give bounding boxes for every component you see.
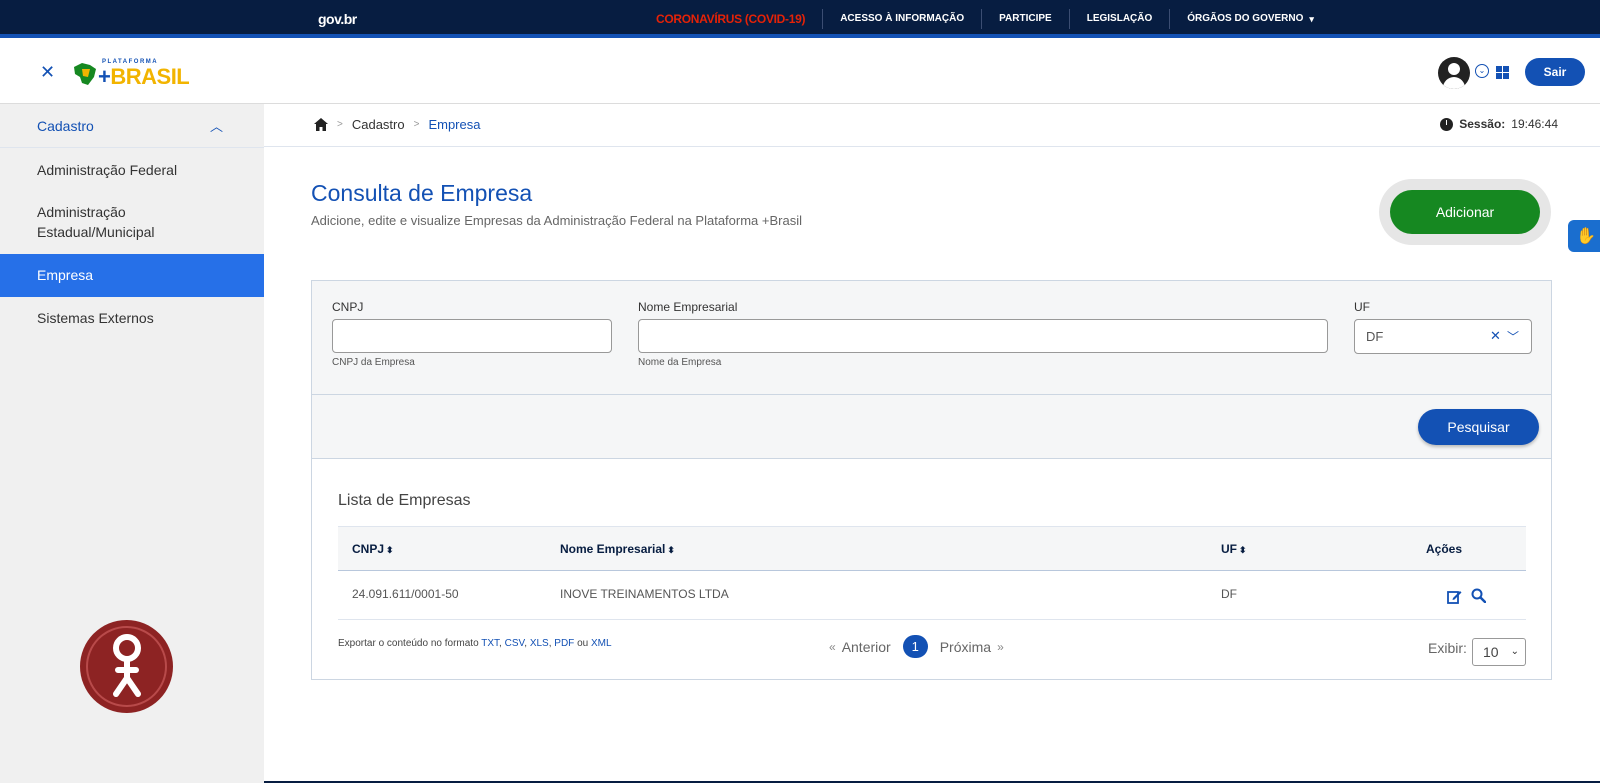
sidebar-section-cadastro[interactable]: Cadastro ︿ bbox=[0, 104, 264, 148]
accessibility-seal-icon bbox=[80, 620, 173, 713]
search-panel: CNPJ CNPJ da Empresa Nome Empresarial No… bbox=[311, 280, 1552, 680]
add-button-wrapper: Adicionar bbox=[1379, 179, 1551, 245]
cell-uf: DF bbox=[1221, 587, 1237, 601]
chevron-down-icon: ⌄ bbox=[1510, 646, 1519, 657]
previous-page-link[interactable]: Anterior bbox=[842, 639, 891, 655]
session-label: Sessão: bbox=[1459, 117, 1506, 131]
sort-icon: ⬍ bbox=[667, 545, 675, 555]
logo-title: +BRASIL bbox=[98, 64, 190, 89]
app-header: ✕ PLATAFORMA +BRASIL ⌄ Sair bbox=[0, 42, 1600, 104]
search-actions: Pesquisar bbox=[312, 395, 1551, 459]
list-title: Lista de Empresas bbox=[338, 492, 471, 509]
page-size-value: 10 bbox=[1483, 644, 1499, 660]
vlibras-widget[interactable]: ✋ bbox=[1568, 220, 1600, 252]
brazil-map-icon bbox=[74, 63, 96, 85]
close-menu-icon[interactable]: ✕ bbox=[40, 62, 55, 83]
govlink-government-bodies[interactable]: ÓRGÃOS DO GOVERNO ▾ bbox=[1170, 9, 1331, 29]
company-name-hint: Nome da Empresa bbox=[638, 357, 722, 368]
plataforma-brasil-logo[interactable]: PLATAFORMA +BRASIL bbox=[70, 56, 190, 90]
pagination: « Anterior 1 Próxima » bbox=[829, 635, 1004, 658]
column-header-actions: Ações bbox=[1426, 542, 1463, 556]
page-title: Consulta de Empresa bbox=[311, 180, 533, 206]
cell-company-name: INOVE TREINAMENTOS LTDA bbox=[560, 587, 729, 601]
breadcrumb-bar: > Cadastro > Empresa Sessão: 19:46:44 bbox=[264, 104, 1600, 147]
chevron-down-icon[interactable]: ﹀ bbox=[1507, 328, 1519, 345]
cnpj-hint: CNPJ da Empresa bbox=[332, 357, 415, 368]
govlink-legislation[interactable]: LEGISLAÇÃO bbox=[1070, 9, 1171, 29]
sidebar-item-administracao-estadual[interactable]: Administração Estadual/Municipal bbox=[0, 202, 264, 242]
chevron-up-icon: ︿ bbox=[210, 120, 224, 135]
column-header-uf[interactable]: UF ⬍ bbox=[1221, 542, 1247, 556]
session-time: 19:46:44 bbox=[1511, 117, 1558, 131]
export-txt-link[interactable]: TXT bbox=[481, 638, 499, 649]
sidebar-item-sistemas-externos[interactable]: Sistemas Externos bbox=[0, 308, 264, 328]
sidebar-item-label: Estadual/Municipal bbox=[37, 224, 155, 240]
cell-cnpj: 24.091.611/0001-50 bbox=[352, 587, 459, 601]
breadcrumb-separator: > bbox=[413, 119, 420, 130]
current-page[interactable]: 1 bbox=[902, 635, 928, 658]
export-xls-link[interactable]: XLS bbox=[530, 638, 549, 649]
gov-links: CORONAVÍRUS (COVID-19) ACESSO À INFORMAÇ… bbox=[640, 0, 1331, 38]
add-button[interactable]: Adicionar bbox=[1390, 190, 1540, 234]
sidebar: Cadastro ︿ Administração Federal Adminis… bbox=[0, 104, 264, 783]
user-avatar[interactable] bbox=[1438, 57, 1470, 89]
page-size-select[interactable]: 10 ⌄ bbox=[1472, 638, 1526, 666]
breadcrumb-item-cadastro[interactable]: Cadastro bbox=[352, 117, 405, 132]
companies-table: CNPJ ⬍ Nome Empresarial ⬍ UF ⬍ Ações 24.091… bbox=[338, 526, 1526, 620]
table-row: 24.091.611/0001-50 INOVE TREINAMENTOS LT… bbox=[338, 571, 1526, 620]
double-chevron-left-icon[interactable]: « bbox=[829, 640, 836, 654]
export-xml-link[interactable]: XML bbox=[591, 638, 612, 649]
page-subtitle: Adicione, edite e visualize Empresas da … bbox=[311, 213, 802, 228]
govlink-covid[interactable]: CORONAVÍRUS (COVID-19) bbox=[640, 9, 824, 29]
clock-icon bbox=[1440, 117, 1454, 131]
gov-bar: gov.br CORONAVÍRUS (COVID-19) ACESSO À I… bbox=[0, 0, 1600, 38]
chevron-down-icon: ▾ bbox=[1309, 14, 1314, 24]
column-header-name[interactable]: Nome Empresarial ⬍ bbox=[560, 542, 675, 556]
search-icon[interactable] bbox=[1471, 588, 1486, 603]
apps-grid-icon[interactable] bbox=[1496, 66, 1509, 79]
sort-icon: ⬍ bbox=[1239, 545, 1247, 555]
export-csv-link[interactable]: CSV bbox=[505, 638, 525, 649]
filter-section: CNPJ CNPJ da Empresa Nome Empresarial No… bbox=[312, 281, 1551, 395]
company-name-label: Nome Empresarial bbox=[638, 300, 738, 314]
user-menu-chevron-icon[interactable]: ⌄ bbox=[1475, 64, 1489, 78]
table-header: CNPJ ⬍ Nome Empresarial ⬍ UF ⬍ Ações bbox=[338, 526, 1526, 571]
uf-label: UF bbox=[1354, 300, 1370, 314]
page-size-label: Exibir: bbox=[1428, 640, 1467, 656]
search-button[interactable]: Pesquisar bbox=[1418, 409, 1539, 445]
session-timer: Sessão: 19:46:44 bbox=[1440, 117, 1558, 131]
sign-language-icon: ✋ bbox=[1576, 226, 1596, 245]
cnpj-label: CNPJ bbox=[332, 300, 364, 314]
sidebar-item-empresa[interactable]: Empresa bbox=[0, 254, 264, 297]
edit-icon[interactable] bbox=[1447, 589, 1462, 604]
breadcrumb-separator: > bbox=[337, 119, 343, 130]
sidebar-item-label: Administração bbox=[37, 204, 126, 220]
company-name-input[interactable] bbox=[638, 319, 1328, 353]
govbr-logo[interactable]: gov.br bbox=[318, 11, 357, 27]
sidebar-section-label: Cadastro bbox=[37, 118, 94, 134]
export-options: Exportar o conteúdo no formato TXT, CSV,… bbox=[338, 638, 612, 649]
double-chevron-right-icon[interactable]: » bbox=[997, 640, 1004, 654]
cnpj-input[interactable] bbox=[332, 319, 612, 353]
uf-selected-value: DF bbox=[1366, 329, 1384, 344]
breadcrumb-item-empresa: Empresa bbox=[428, 117, 481, 132]
govlink-government-bodies-label: ÓRGÃOS DO GOVERNO bbox=[1187, 13, 1304, 24]
column-header-cnpj[interactable]: CNPJ ⬍ bbox=[352, 542, 394, 556]
govlink-access-info[interactable]: ACESSO À INFORMAÇÃO bbox=[823, 9, 983, 29]
export-pdf-link[interactable]: PDF bbox=[554, 638, 574, 649]
sidebar-item-administracao-federal[interactable]: Administração Federal bbox=[0, 160, 264, 180]
uf-select[interactable]: DF ✕ ﹀ bbox=[1354, 319, 1532, 354]
export-prefix: Exportar o conteúdo no formato bbox=[338, 638, 479, 649]
sort-icon: ⬍ bbox=[386, 545, 394, 555]
clear-icon[interactable]: ✕ bbox=[1490, 329, 1501, 344]
logout-button[interactable]: Sair bbox=[1525, 58, 1585, 86]
home-icon[interactable] bbox=[314, 118, 328, 131]
next-page-link[interactable]: Próxima bbox=[940, 639, 991, 655]
govlink-participate[interactable]: PARTICIPE bbox=[982, 9, 1070, 29]
export-or: ou bbox=[577, 638, 589, 649]
breadcrumb: > Cadastro > Empresa bbox=[314, 117, 480, 132]
